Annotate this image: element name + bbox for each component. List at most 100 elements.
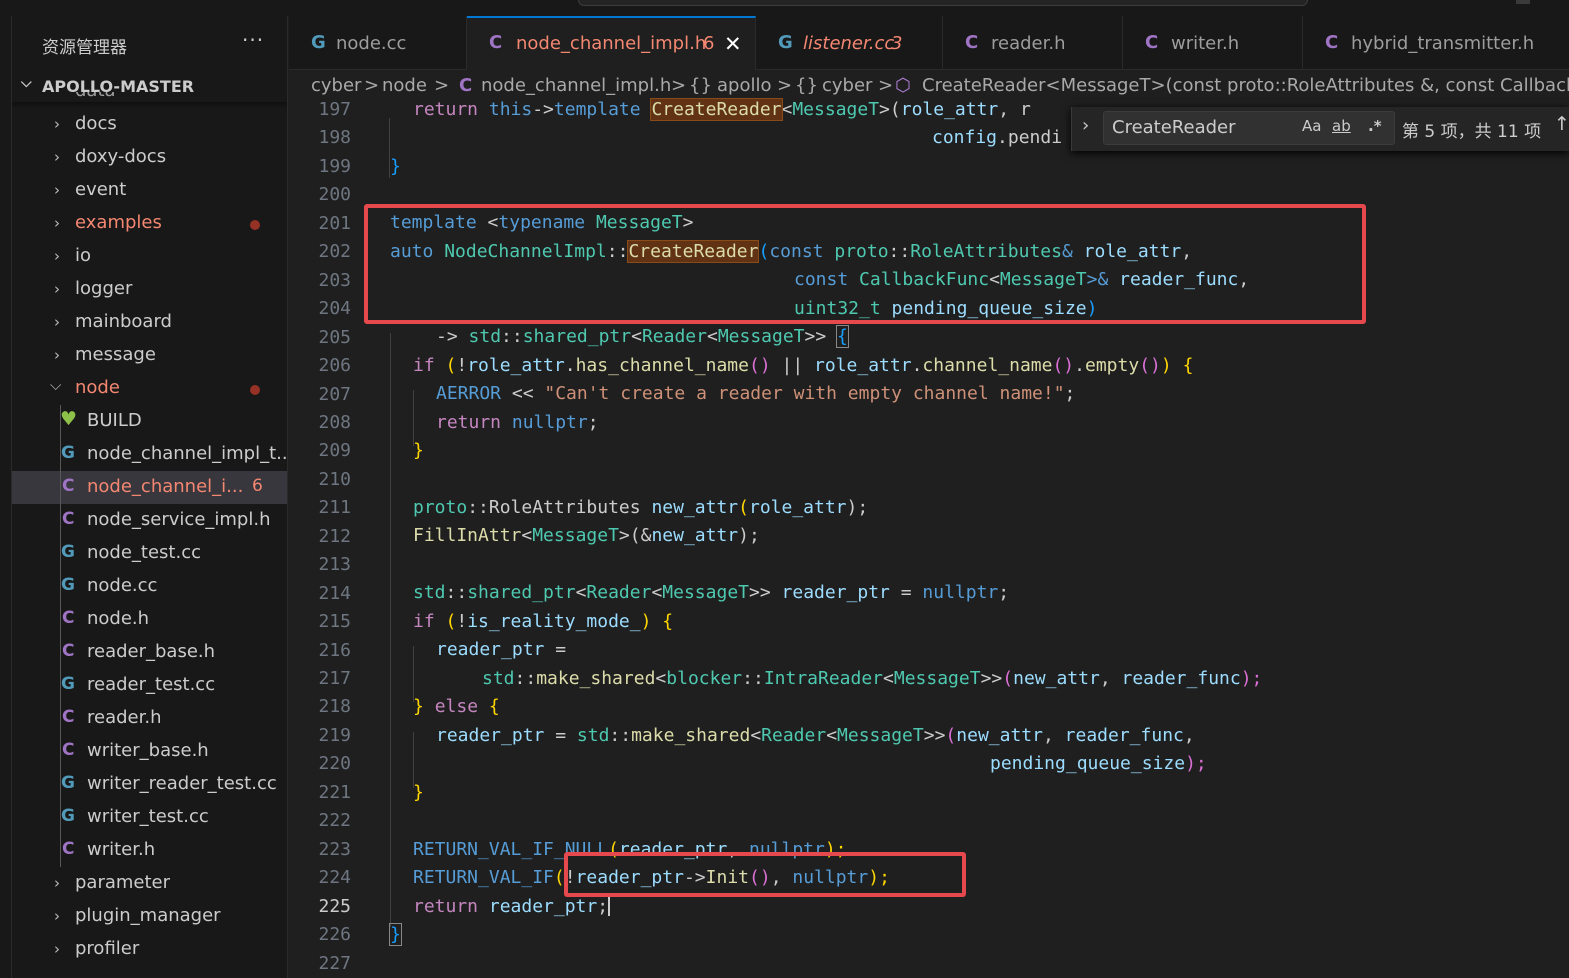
code-line-214: std::shared_ptr<Reader<MessageT>> reader… <box>413 582 1010 603</box>
explorer-sidebar: 资源管理器 ··· ⌵ APOLLO-MASTER data › docs › … <box>12 16 288 978</box>
tree-item-doxy-docs[interactable]: › doxy-docs <box>12 141 287 174</box>
line-number: 203 <box>318 269 351 291</box>
breadcrumb-item[interactable]: CreateReader<MessageT>(const proto::Role… <box>922 75 1569 96</box>
tree-file-reader-base-h[interactable]: C reader_base.h <box>12 636 287 669</box>
line-number: 210 <box>318 468 351 490</box>
whole-word-icon[interactable]: ab <box>1332 117 1351 135</box>
tab-writer-h[interactable]: C writer.h <box>1123 16 1303 70</box>
tree-item-profiler[interactable]: › profiler <box>12 933 287 966</box>
tree-file-node-cc[interactable]: G node.cc <box>12 570 287 603</box>
chevron-right-icon: › <box>54 214 60 232</box>
match-case-icon[interactable]: Aa <box>1302 117 1321 135</box>
code-line-219: reader_ptr = std::make_shared<Reader<Mes… <box>436 725 1195 746</box>
chevron-right-icon: › <box>54 181 60 199</box>
tree-file-reader-test-cc[interactable]: G reader_test.cc <box>12 669 287 702</box>
tree-file-writer-reader-test-cc[interactable]: G writer_reader_test.cc <box>12 768 287 801</box>
cpp-file-icon: G <box>61 773 75 793</box>
chevron-right-icon[interactable]: › <box>1082 115 1089 136</box>
tree-file-writer-test-cc[interactable]: G writer_test.cc <box>12 801 287 834</box>
code-line-209: } <box>413 440 424 461</box>
tree-item-message[interactable]: › message <box>12 339 287 372</box>
tree-item-event[interactable]: › event <box>12 174 287 207</box>
regex-icon[interactable]: .* <box>1368 117 1382 135</box>
line-number: 200 <box>318 184 351 206</box>
tree-file-node-h[interactable]: C node.h <box>12 603 287 636</box>
tree-file-node-test-cc[interactable]: G node_test.cc <box>12 537 287 570</box>
tree-item-label: writer_test.cc <box>87 806 209 827</box>
tree-item-label: node_test.cc <box>87 542 202 563</box>
chevron-down-icon: ⌵ <box>50 376 62 394</box>
tab-label: reader.h <box>991 33 1066 54</box>
tree-file-build[interactable]: ♥ BUILD <box>12 405 287 438</box>
cpp-file-icon: G <box>61 674 75 694</box>
tree-item-io[interactable]: › io <box>12 240 287 273</box>
tab-node-channel-impl-h[interactable]: C node_channel_impl.h 6 ✕ <box>467 16 756 70</box>
tab-hybrid-transmitter-h[interactable]: C hybrid_transmitter.h <box>1303 16 1569 70</box>
title-bar <box>0 0 1569 16</box>
code-line-205: -> std::shared_ptr<Reader<MessageT>> { <box>436 325 849 348</box>
code-line-225: return reader_ptr; <box>413 894 611 917</box>
annotation-box-signature <box>364 204 1366 324</box>
chevron-right-icon: › <box>54 907 60 925</box>
tree-file-node-channel-impl-test[interactable]: G node_channel_impl_t... <box>12 438 287 471</box>
c-header-file-icon: C <box>62 608 75 628</box>
breadcrumb-separator: > <box>878 75 894 96</box>
more-actions-icon[interactable]: ··· <box>242 28 264 52</box>
find-widget: › CreateReader Aa ab .* 第 5 项，共 11 项 ↑ <box>1071 107 1569 151</box>
tree-file-node-channel-impl-h[interactable]: C node_channel_i... 6 <box>12 471 287 504</box>
find-input[interactable]: CreateReader <box>1112 117 1236 138</box>
tree-item-docs[interactable]: › docs <box>12 108 287 141</box>
chevron-right-icon: › <box>54 247 60 265</box>
file-tree: data › docs › doxy-docs › event › exampl… <box>12 92 287 966</box>
tree-item-logger[interactable]: › logger <box>12 273 287 306</box>
breadcrumb-item[interactable]: node <box>382 75 427 96</box>
tab-node-cc[interactable]: G node.cc <box>289 16 467 70</box>
tab-label: hybrid_transmitter.h <box>1351 33 1535 54</box>
code-line-215: if (!is_reality_mode_) { <box>413 611 674 632</box>
chevron-right-icon: › <box>54 115 60 133</box>
tree-file-writer-base-h[interactable]: C writer_base.h <box>12 735 287 768</box>
code-line-217: std::make_shared<blocker::IntraReader<Me… <box>482 668 1263 689</box>
c-header-file-icon: C <box>62 641 75 661</box>
breadcrumb-item[interactable]: apollo <box>717 75 771 96</box>
window-control[interactable] <box>1516 0 1530 4</box>
tree-file-writer-h[interactable]: C writer.h <box>12 834 287 867</box>
tree-item-label: node_channel_i... <box>87 476 244 497</box>
command-center[interactable] <box>578 0 1308 6</box>
breadcrumb-item[interactable]: node_channel_impl.h <box>481 75 671 96</box>
annotation-box-init-check <box>564 852 966 897</box>
tree-item-mainboard[interactable]: › mainboard <box>12 306 287 339</box>
code-editor[interactable]: 197 198 199 200 201 202 203 204 205 206 207 208 209 2… <box>289 96 1569 978</box>
arrow-up-icon[interactable]: ↑ <box>1554 113 1569 135</box>
line-number: 201 <box>318 212 351 234</box>
method-cube-icon: ⬡ <box>895 75 911 96</box>
text-cursor <box>608 894 611 916</box>
cpp-file-icon: G <box>61 806 75 826</box>
c-header-file-icon: C <box>1325 32 1339 53</box>
tab-label: node.cc <box>336 33 407 54</box>
line-number: 197 <box>318 99 351 120</box>
tree-item-label: docs <box>75 113 117 134</box>
cpp-file-icon: G <box>778 32 793 53</box>
tree-item-node[interactable]: ⌵ node <box>12 372 287 405</box>
namespace-icon: {} <box>689 75 712 96</box>
tree-item-plugin-manager[interactable]: › plugin_manager <box>12 900 287 933</box>
explorer-title: 资源管理器 <box>42 38 127 58</box>
line-number: 212 <box>318 525 351 547</box>
tree-file-reader-h[interactable]: C reader.h <box>12 702 287 735</box>
code-line-197: return this->template CreateReader<Messa… <box>413 98 1031 121</box>
tree-file-node-service-impl-h[interactable]: C node_service_impl.h <box>12 504 287 537</box>
modified-dot-icon <box>250 220 260 230</box>
tree-item-examples[interactable]: › examples <box>12 207 287 240</box>
c-header-file-icon: C <box>62 707 75 727</box>
line-number: 227 <box>318 952 351 974</box>
tree-item-parameter[interactable]: › parameter <box>12 867 287 900</box>
breadcrumb-item[interactable]: cyber <box>822 75 872 96</box>
namespace-icon: {} <box>795 75 818 96</box>
tab-reader-h[interactable]: C reader.h <box>943 16 1123 70</box>
breadcrumb-item[interactable]: cyber <box>311 75 361 96</box>
tree-item-label: node.cc <box>87 575 158 596</box>
tab-listener-cc[interactable]: G listener.cc 3 <box>756 16 943 70</box>
close-icon[interactable]: ✕ <box>724 32 742 56</box>
line-number: 219 <box>318 724 351 746</box>
